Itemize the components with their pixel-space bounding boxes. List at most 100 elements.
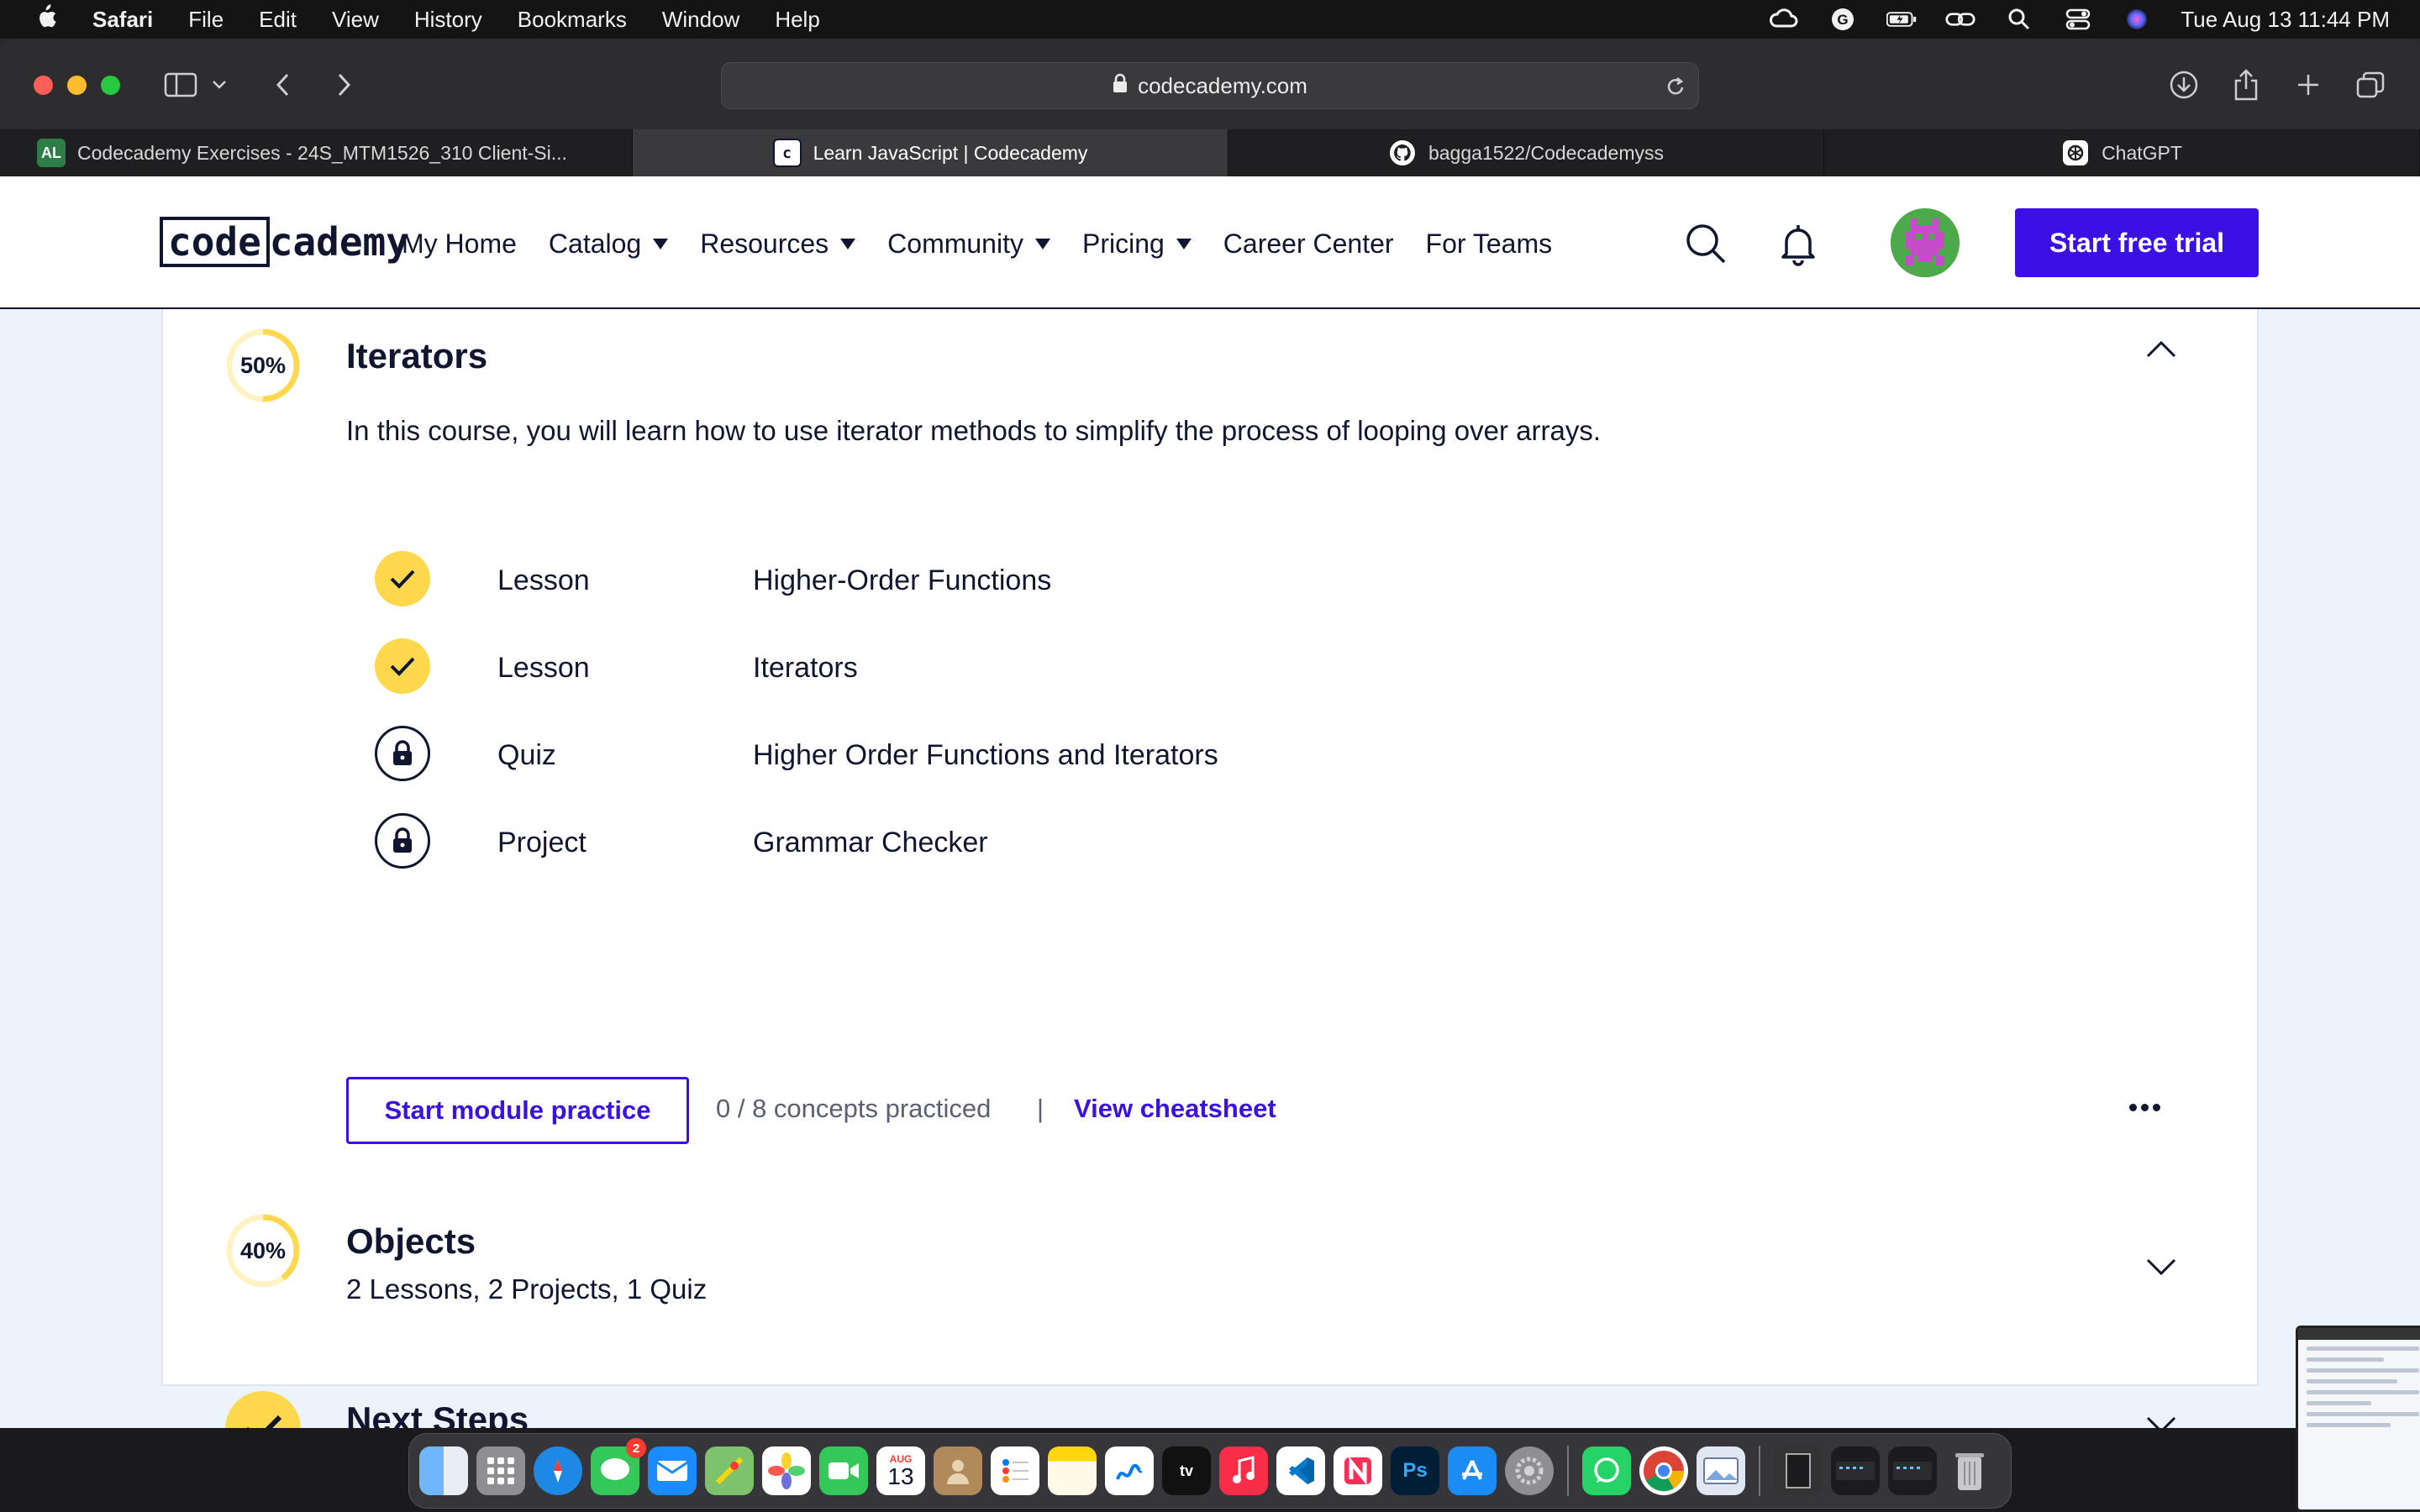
messages-icon[interactable]: 2 [591, 1438, 646, 1495]
spotlight-search-icon[interactable] [2004, 8, 2034, 31]
preview-icon[interactable] [1697, 1446, 1745, 1495]
launchpad-icon[interactable] [476, 1446, 525, 1495]
creative-cloud-icon[interactable] [1769, 8, 1799, 31]
chevron-up-icon[interactable] [2144, 333, 2178, 366]
minimized-window-icon[interactable] [1831, 1446, 1880, 1495]
view-cheatsheet-link[interactable]: View cheatsheet [1074, 1094, 1276, 1124]
share-icon[interactable] [2225, 64, 2267, 106]
reload-icon[interactable] [1665, 75, 1686, 104]
github-icon [1388, 139, 1417, 167]
nav-career-center[interactable]: Career Center [1223, 228, 1394, 260]
document-stack-icon[interactable] [1774, 1446, 1823, 1495]
module-title-next-steps[interactable]: Next Steps [346, 1399, 529, 1428]
battery-icon[interactable] [1886, 8, 1917, 31]
facetime-icon[interactable] [819, 1446, 868, 1495]
link-icon[interactable] [1945, 8, 1975, 31]
vscode-icon[interactable] [1276, 1446, 1325, 1495]
nav-catalog[interactable]: Catalog [549, 228, 669, 260]
tab-bar: AL Codecademy Exercises - 24S_MTM1526_31… [0, 129, 2420, 176]
notifications-bell-icon[interactable] [1775, 220, 1822, 267]
tab-overview-icon[interactable] [2349, 64, 2391, 106]
lock-icon [375, 813, 430, 869]
calendar-icon[interactable]: AUG 13 [876, 1446, 925, 1495]
nav-label: Pricing [1081, 228, 1165, 259]
downloads-icon[interactable] [2163, 64, 2205, 106]
iterators-progress-label: 50% [239, 352, 287, 378]
maps-icon[interactable] [705, 1446, 754, 1495]
menu-help[interactable]: Help [775, 7, 819, 33]
menu-file[interactable]: File [188, 7, 224, 33]
nav-pricing[interactable]: Pricing [1082, 228, 1192, 260]
nav-resources[interactable]: Resources [700, 228, 856, 260]
item-name-iterators[interactable]: Iterators [753, 652, 858, 685]
apple-menu-icon[interactable] [34, 3, 57, 36]
module-title-objects[interactable]: Objects [346, 1221, 476, 1262]
menu-edit[interactable]: Edit [259, 7, 297, 33]
finder-icon[interactable] [419, 1446, 468, 1495]
item-name-quiz[interactable]: Higher Order Functions and Iterators [753, 739, 1218, 772]
new-tab-icon[interactable] [2287, 64, 2329, 106]
more-options-icon[interactable] [2124, 1090, 2165, 1124]
news-icon[interactable] [1334, 1446, 1382, 1495]
sidebar-toggle-icon[interactable] [160, 64, 202, 106]
nav-label: Resources [700, 228, 829, 259]
dock-separator [1567, 1446, 1569, 1496]
control-center-icon[interactable] [2063, 8, 2093, 31]
tab-codecademy-exercises[interactable]: AL Codecademy Exercises - 24S_MTM1526_31… [0, 129, 633, 176]
notes-icon[interactable] [1048, 1446, 1097, 1495]
menu-bookmarks[interactable]: Bookmarks [518, 7, 627, 33]
back-icon[interactable] [262, 64, 304, 106]
forward-icon[interactable] [323, 64, 365, 106]
freeform-icon[interactable] [1105, 1446, 1154, 1495]
app-store-icon[interactable] [1448, 1446, 1497, 1495]
tab-learn-javascript[interactable]: c Learn JavaScript | Codecademy [633, 129, 1228, 176]
minimized-window-icon[interactable] [1888, 1446, 1937, 1495]
close-window-button[interactable] [34, 76, 53, 95]
menu-app-name[interactable]: Safari [92, 7, 153, 33]
chevron-down-icon[interactable] [2144, 1408, 2178, 1428]
iterators-progress-ring: 50% [225, 328, 301, 403]
nav-my-home[interactable]: My Home [402, 228, 517, 260]
safari-icon[interactable] [534, 1446, 582, 1495]
chevron-down-icon[interactable] [2144, 1250, 2178, 1284]
tab-group-chevron-icon[interactable] [207, 64, 232, 106]
zoom-window-button[interactable] [101, 76, 120, 95]
codecademy-logo[interactable]: code cademy [160, 217, 409, 267]
user-avatar[interactable] [1891, 208, 1960, 277]
search-icon[interactable] [1682, 220, 1729, 267]
menu-history[interactable]: History [414, 7, 482, 33]
item-name-grammar-checker[interactable]: Grammar Checker [753, 827, 988, 859]
reminders-icon[interactable] [991, 1446, 1039, 1495]
start-free-trial-button[interactable]: Start free trial [2015, 208, 2259, 277]
module-title-iterators[interactable]: Iterators [346, 336, 487, 376]
start-module-practice-button[interactable]: Start module practice [346, 1077, 689, 1144]
nav-community[interactable]: Community [887, 228, 1050, 260]
mail-icon[interactable] [648, 1446, 697, 1495]
minimize-window-button[interactable] [67, 76, 87, 95]
system-settings-icon[interactable] [1505, 1446, 1554, 1495]
music-icon[interactable] [1219, 1446, 1268, 1495]
nav-for-teams[interactable]: For Teams [1426, 228, 1553, 260]
photoshop-icon[interactable]: Ps [1391, 1446, 1439, 1495]
menubar-datetime[interactable]: Tue Aug 13 11:44 PM [2181, 7, 2390, 33]
tab-github[interactable]: bagga1522/Codecademyss [1228, 129, 1824, 176]
tab-chatgpt[interactable]: ChatGPT [1824, 129, 2420, 176]
apple-tv-icon[interactable]: tv [1162, 1446, 1211, 1495]
screenshot-thumbnail[interactable] [2296, 1326, 2420, 1512]
photos-icon[interactable] [762, 1446, 811, 1495]
siri-icon[interactable] [2122, 8, 2152, 31]
whatsapp-icon[interactable] [1582, 1446, 1631, 1495]
tab-label: bagga1522/Codecademyss [1428, 141, 1665, 164]
menu-window[interactable]: Window [662, 7, 739, 33]
contacts-icon[interactable] [934, 1446, 982, 1495]
grammarly-icon[interactable]: G [1828, 8, 1858, 31]
item-type: Lesson [497, 652, 590, 684]
lock-icon [1113, 73, 1128, 99]
address-bar[interactable]: codecademy.com [721, 62, 1699, 109]
menu-view[interactable]: View [332, 7, 379, 33]
complete-check-icon [225, 1391, 301, 1428]
trash-icon[interactable] [1945, 1446, 1994, 1495]
logo-cademy: cademy [269, 219, 409, 265]
chrome-icon[interactable] [1639, 1446, 1688, 1495]
item-name-higher-order-functions[interactable]: Higher-Order Functions [753, 564, 1051, 597]
